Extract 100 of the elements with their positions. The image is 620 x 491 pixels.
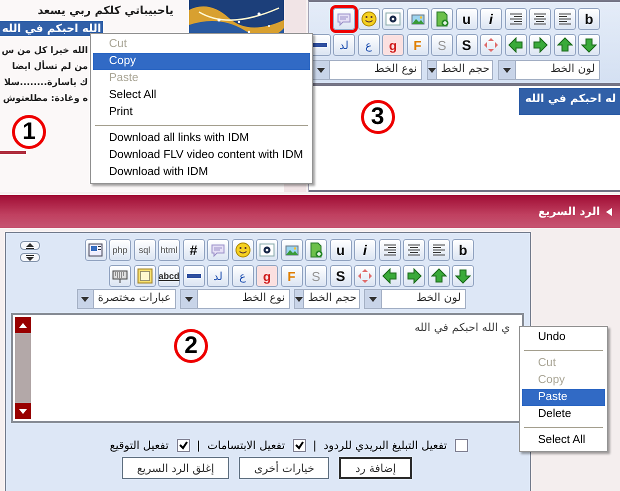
toolbar-button[interactable]: لد xyxy=(207,265,229,287)
align-center-icon xyxy=(406,242,422,258)
text-line: الله خيرا كل من س xyxy=(2,45,88,57)
left-arrow-icon xyxy=(382,268,398,284)
toolbar-button[interactable] xyxy=(554,8,576,30)
toolbar-button[interactable] xyxy=(109,265,131,287)
toolbar-button[interactable]: # xyxy=(182,239,204,261)
dropdown[interactable]: حجم الخط xyxy=(427,60,493,80)
toolbar-button[interactable] xyxy=(382,8,404,30)
form-button[interactable]: إضافة رد xyxy=(339,457,412,479)
keyboard-icon xyxy=(112,268,128,284)
toolbar-button[interactable] xyxy=(232,239,254,261)
circled-number: 1 xyxy=(12,115,46,149)
toolbar-button[interactable]: b xyxy=(452,239,474,261)
toolbar-button[interactable]: لد xyxy=(333,34,355,56)
toolbar-button[interactable]: i xyxy=(480,8,502,30)
menu-item[interactable]: Undo xyxy=(522,329,605,346)
toolbar-button[interactable]: php xyxy=(109,239,131,261)
dropdown[interactable]: نوع الخط xyxy=(312,60,422,80)
toolbar-button[interactable] xyxy=(578,34,600,56)
text-line: من لم تسأل ايضا xyxy=(12,61,88,73)
toolbar-button[interactable]: g xyxy=(382,34,404,56)
up-arrow-icon[interactable] xyxy=(19,322,27,328)
menu-item[interactable]: Delete xyxy=(522,406,605,423)
toolbar-button[interactable]: sql xyxy=(134,239,156,261)
dropdown-arrow-icon xyxy=(317,68,325,72)
toolbar-button[interactable]: abcd xyxy=(158,265,180,287)
down-arrow-icon xyxy=(26,254,34,260)
up-arrow-icon xyxy=(556,37,572,53)
toolbar-button[interactable] xyxy=(403,265,425,287)
toolbar-button[interactable] xyxy=(256,239,278,261)
text-line: ه وغادة: مطلعتوش xyxy=(2,93,88,105)
toolbar-button[interactable]: ع xyxy=(358,34,380,56)
toolbar-button[interactable] xyxy=(358,8,380,30)
toolbar-button[interactable] xyxy=(378,239,400,261)
form-button[interactable]: خيارات أخرى xyxy=(239,457,330,479)
toolbar-button[interactable] xyxy=(84,239,106,261)
scroll-bar[interactable] xyxy=(15,317,31,419)
down-arrow-icon xyxy=(581,37,597,53)
text-line: ياحبيباتي كلكم ربي يسعد xyxy=(36,3,174,18)
menu-item[interactable]: Download all links with IDM xyxy=(93,130,310,147)
circled-number: 2 xyxy=(174,329,208,363)
toolbar-button[interactable]: g xyxy=(256,265,278,287)
text-line: ك ياسارة........سلا xyxy=(4,77,88,89)
checkbox[interactable] xyxy=(176,439,190,452)
menu-item[interactable]: Select All xyxy=(522,432,605,449)
align-right-icon xyxy=(382,242,398,258)
align-right-icon xyxy=(508,11,524,27)
toolbar-button[interactable] xyxy=(529,8,551,30)
toolbar-button[interactable] xyxy=(554,34,576,56)
menu-item[interactable]: Copy xyxy=(93,53,310,70)
toolbar-button[interactable]: ع xyxy=(232,265,254,287)
message-text: ي الله احبكم في الله xyxy=(414,321,510,334)
shrink-button[interactable] xyxy=(20,253,40,262)
dropdown-arrow-icon xyxy=(81,296,90,302)
toolbar-button[interactable]: S xyxy=(456,34,478,56)
up-arrow-icon xyxy=(26,242,34,248)
dropdown[interactable]: عبارات مختصرة xyxy=(77,289,176,309)
checkbox[interactable] xyxy=(292,439,306,452)
separator-text: | xyxy=(312,439,317,452)
toolbar-button[interactable] xyxy=(529,34,551,56)
arrows-icon xyxy=(357,268,373,284)
toolbar-button[interactable]: b xyxy=(578,8,600,30)
form-button[interactable]: إغلق الرد السريع xyxy=(122,457,230,479)
toolbar-button[interactable] xyxy=(403,239,425,261)
dropdown[interactable]: نوع الخط xyxy=(180,289,290,309)
toolbar-button[interactable] xyxy=(428,265,450,287)
smiley-icon xyxy=(234,242,250,258)
toolbar-button[interactable]: i xyxy=(354,239,376,261)
menu-item[interactable]: Download with IDM xyxy=(93,164,310,181)
menu-item[interactable]: Select All xyxy=(93,87,310,104)
menu-item[interactable]: Download FLV video content with IDM xyxy=(93,147,310,164)
dropdown-arrow-icon xyxy=(185,296,193,302)
arrows-icon xyxy=(483,37,499,53)
toolbar-button[interactable] xyxy=(182,265,204,287)
align-center-icon xyxy=(532,11,548,27)
menu-item[interactable]: Print xyxy=(93,104,310,121)
dropdown[interactable]: لون الخط xyxy=(364,289,466,309)
down-arrow-icon xyxy=(455,268,471,284)
toolbar-button[interactable]: html xyxy=(158,239,180,261)
toolbar-button[interactable] xyxy=(134,265,156,287)
dropdown-arrow-icon xyxy=(369,296,377,302)
toolbar-button[interactable]: S xyxy=(330,265,352,287)
menu-item[interactable]: Paste xyxy=(522,389,605,406)
left-arrow-icon xyxy=(508,37,524,53)
expand-button[interactable] xyxy=(20,241,40,250)
toolbar-button[interactable] xyxy=(504,8,526,30)
toolbar-button[interactable] xyxy=(378,265,400,287)
dropdown[interactable]: حجم الخط xyxy=(294,289,360,309)
toolbar-button[interactable] xyxy=(504,34,526,56)
down-arrow-icon[interactable] xyxy=(19,408,27,414)
toolbar-button[interactable] xyxy=(452,265,474,287)
align-left-icon xyxy=(556,11,572,27)
toolbar-button[interactable]: u xyxy=(456,8,478,30)
toolbar-button[interactable] xyxy=(428,239,450,261)
checkbox[interactable] xyxy=(455,439,468,452)
toolbar-button[interactable]: u xyxy=(330,239,352,261)
separator-text: | xyxy=(196,439,200,452)
checkbox-label: تفعيل التوقيع xyxy=(110,439,169,452)
dropdown[interactable]: لون الخط xyxy=(498,60,600,80)
